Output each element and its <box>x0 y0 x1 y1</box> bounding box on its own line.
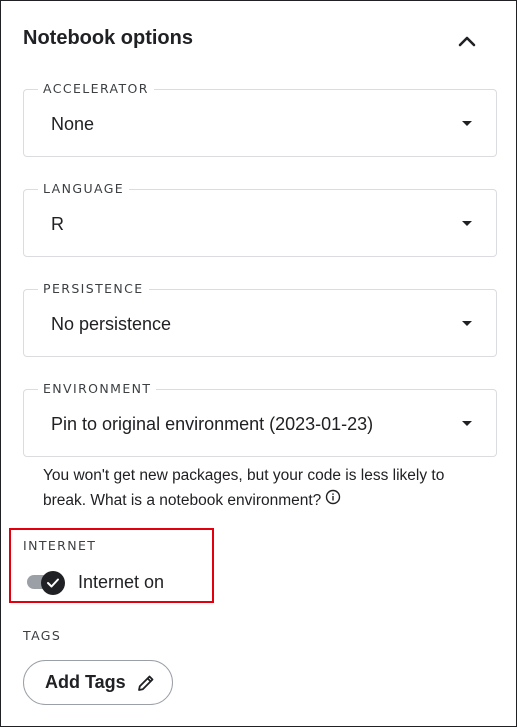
environment-help-text: You won't get new packages, but your cod… <box>43 463 483 513</box>
internet-toggle[interactable] <box>27 571 69 595</box>
language-value: R <box>51 214 64 234</box>
accelerator-select[interactable]: ACCELERATOR None <box>23 81 497 157</box>
environment-select[interactable]: ENVIRONMENT Pin to original environment … <box>23 381 497 457</box>
collapse-button[interactable] <box>453 27 481 55</box>
notebook-options-panel: Notebook options ACCELERATOR None LANGUA… <box>0 0 517 727</box>
environment-help-message: You won't get new packages, but your cod… <box>43 467 445 509</box>
internet-section-label: INTERNET <box>23 538 97 553</box>
dropdown-caret-icon <box>462 321 472 326</box>
check-icon <box>47 578 59 588</box>
environment-value: Pin to original environment (2023-01-23) <box>51 414 374 434</box>
pencil-icon <box>136 673 156 693</box>
language-select[interactable]: LANGUAGE R <box>23 181 497 257</box>
persistence-value: No persistence <box>51 314 172 334</box>
language-label: LANGUAGE <box>38 181 130 196</box>
dropdown-caret-icon <box>462 121 472 126</box>
chevron-up-icon <box>458 36 476 47</box>
accelerator-value: None <box>51 114 95 134</box>
tags-section-label: TAGS <box>23 628 62 643</box>
add-tags-label: Add Tags <box>45 672 126 692</box>
info-icon[interactable] <box>325 488 341 513</box>
toggle-thumb <box>41 571 65 595</box>
persistence-select[interactable]: PERSISTENCE No persistence <box>23 281 497 357</box>
panel-title: Notebook options <box>23 27 193 49</box>
dropdown-caret-icon <box>462 421 472 426</box>
environment-label: ENVIRONMENT <box>38 381 157 396</box>
add-tags-button[interactable]: Add Tags <box>23 660 173 705</box>
internet-toggle-label[interactable]: Internet on <box>78 572 164 593</box>
dropdown-caret-icon <box>462 221 472 226</box>
persistence-label: PERSISTENCE <box>38 281 149 296</box>
accelerator-label: ACCELERATOR <box>38 81 154 96</box>
